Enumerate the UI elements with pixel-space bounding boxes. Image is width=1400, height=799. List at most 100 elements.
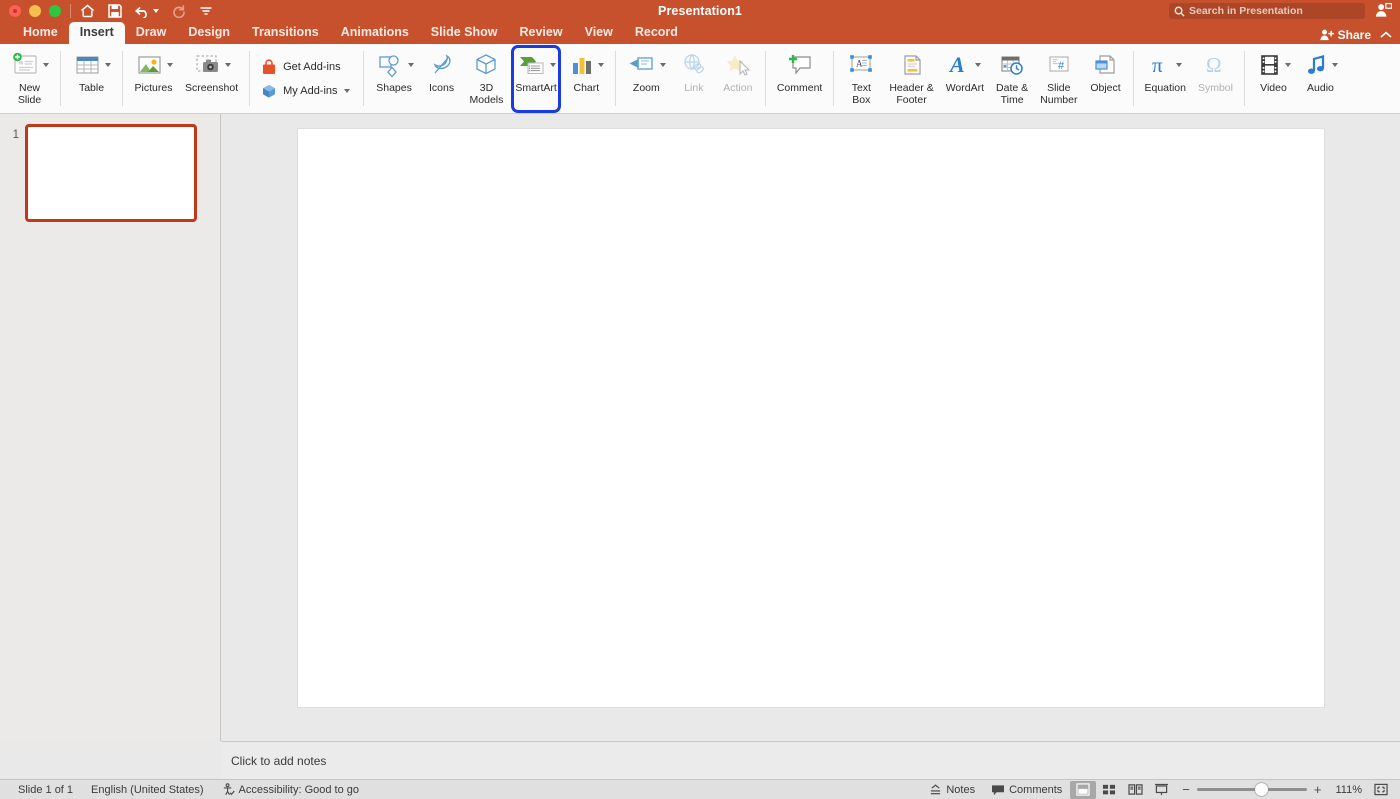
chevron-down-icon[interactable] (343, 88, 350, 93)
chevron-down-icon[interactable] (597, 63, 604, 67)
get-addins-button[interactable]: Get Add-ins (261, 58, 349, 75)
zoom-slider[interactable]: − + (1174, 783, 1329, 796)
slide-number-label: Slide Number (1040, 82, 1078, 106)
accessibility-check-icon (223, 783, 235, 796)
chevron-down-icon[interactable] (659, 63, 666, 67)
shapes-button[interactable]: Shapes (369, 44, 420, 113)
shapes-icon (375, 49, 414, 81)
comments-label: Comments (1009, 783, 1063, 796)
accessibility-status[interactable]: Accessibility: Good to go (222, 783, 359, 796)
chevron-down-icon[interactable] (225, 63, 232, 67)
notes-label: Notes (946, 783, 976, 796)
chevron-down-icon[interactable] (105, 63, 111, 67)
tab-home[interactable]: Home (12, 22, 69, 44)
home-icon[interactable] (80, 4, 95, 18)
tab-design[interactable]: Design (177, 22, 241, 44)
video-button[interactable]: Video (1250, 44, 1297, 113)
video-icon (1256, 49, 1291, 81)
chart-label: Chart (573, 82, 600, 94)
slide-thumbnail-panel[interactable]: 1 (0, 114, 221, 741)
zoom-in-button[interactable]: + (1314, 783, 1322, 796)
icons-button[interactable]: Icons (420, 44, 464, 113)
zoom-track[interactable] (1196, 783, 1307, 796)
chevron-down-icon[interactable] (1284, 63, 1291, 67)
chevron-down-icon[interactable] (1175, 63, 1182, 67)
wordart-button[interactable]: A WordArt (940, 44, 990, 113)
header-footer-label: Header & Footer (889, 82, 934, 106)
slide-thumbnail-item[interactable]: 1 (0, 124, 220, 222)
zoom-knob[interactable] (1254, 783, 1268, 796)
3d-models-button[interactable]: 3D Models (464, 44, 510, 113)
tab-insert[interactable]: Insert (68, 22, 125, 44)
tab-draw[interactable]: Draw (125, 22, 178, 44)
3d-models-icon (471, 49, 501, 81)
header-footer-button[interactable]: Header & Footer (883, 44, 939, 113)
get-addins-label: Get Add-ins (283, 60, 341, 73)
pictures-label: Pictures (134, 82, 173, 94)
reading-view-button[interactable] (1122, 781, 1148, 799)
search-box[interactable] (1169, 3, 1365, 19)
audio-button[interactable]: Audio (1297, 44, 1344, 113)
slide-sorter-view-button[interactable] (1096, 781, 1122, 799)
new-slide-icon (10, 49, 49, 81)
chevron-down-icon[interactable] (407, 63, 414, 67)
smartart-icon (517, 49, 556, 81)
tab-animations[interactable]: Animations (330, 22, 420, 44)
customize-toolbar-icon[interactable] (199, 6, 213, 16)
status-right: Notes Comments − + 111% (921, 780, 1394, 799)
link-icon (679, 49, 709, 81)
ribbon-group-text: A Text Box Header & Footer A WordArt Dat… (839, 44, 1127, 113)
screenshot-button[interactable]: Screenshot (179, 44, 244, 113)
text-box-button[interactable]: A Text Box (839, 44, 883, 113)
notes-button[interactable]: Notes (921, 784, 983, 796)
tab-view[interactable]: View (574, 22, 624, 44)
chevron-up-icon[interactable] (1380, 31, 1392, 39)
slide-number-button[interactable]: # Slide Number (1034, 44, 1083, 113)
object-button[interactable]: Object (1084, 44, 1128, 113)
tab-slide-show[interactable]: Slide Show (420, 22, 509, 44)
chevron-down-icon[interactable] (549, 63, 556, 67)
minimize-window-button[interactable] (29, 5, 41, 17)
close-window-button[interactable] (9, 5, 21, 17)
save-icon[interactable] (108, 4, 122, 18)
tab-review[interactable]: Review (508, 22, 573, 44)
search-input[interactable] (1189, 5, 1349, 17)
comment-button[interactable]: Comment (771, 44, 829, 113)
slide-editing-surface[interactable] (297, 129, 1324, 707)
share-button[interactable]: Share (1319, 28, 1371, 42)
pictures-icon (134, 49, 173, 81)
chevron-down-icon[interactable] (975, 63, 982, 67)
ribbon-group-tables: Table (66, 44, 117, 113)
chart-button[interactable]: Chart (563, 44, 610, 113)
icons-icon (427, 49, 457, 81)
ribbon-toolbar: New Slide Table Pictures Screenshot Get … (0, 44, 1400, 114)
chevron-down-icon[interactable] (167, 63, 173, 67)
link-label: Link (684, 82, 704, 94)
pictures-button[interactable]: Pictures (128, 44, 179, 113)
undo-icon[interactable] (135, 5, 159, 18)
account-person-icon[interactable] (1375, 2, 1393, 23)
notes-pane[interactable]: Click to add notes (221, 741, 1400, 779)
language-label[interactable]: English (United States) (91, 784, 204, 796)
slide-canvas-area[interactable] (221, 114, 1400, 741)
zoom-percentage[interactable]: 111% (1329, 784, 1368, 796)
maximize-window-button[interactable] (49, 5, 61, 17)
slide-thumbnail-1[interactable] (25, 124, 197, 222)
zoom-button[interactable]: Zoom (621, 44, 672, 113)
normal-view-button[interactable] (1070, 780, 1097, 799)
fit-to-window-button[interactable] (1368, 781, 1394, 799)
chevron-down-icon[interactable] (43, 63, 49, 67)
my-addins-button[interactable]: My Add-ins (261, 83, 350, 99)
date-time-button[interactable]: Date & Time (990, 44, 1034, 113)
smartart-button[interactable]: SmartArt (509, 44, 562, 113)
comments-button[interactable]: Comments (983, 784, 1070, 796)
divider (122, 51, 123, 106)
new-slide-button[interactable]: New Slide (4, 44, 55, 113)
tab-record[interactable]: Record (624, 22, 689, 44)
table-button[interactable]: Table (66, 44, 117, 113)
equation-button[interactable]: π Equation (1139, 44, 1192, 113)
zoom-out-button[interactable]: − (1182, 783, 1190, 796)
slide-show-view-button[interactable] (1148, 781, 1174, 799)
chevron-down-icon[interactable] (1331, 63, 1338, 67)
tab-transitions[interactable]: Transitions (241, 22, 330, 44)
